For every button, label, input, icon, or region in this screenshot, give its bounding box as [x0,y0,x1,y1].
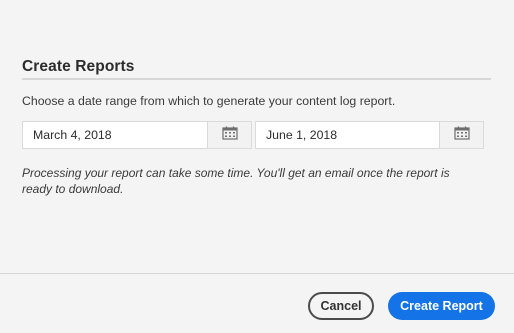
end-date-picker [255,121,484,149]
calendar-icon [221,126,238,145]
start-date-input[interactable] [23,122,207,148]
end-date-input[interactable] [256,122,439,148]
calendar-icon [453,126,470,145]
start-date-calendar-button[interactable] [207,122,251,148]
processing-note: Processing your report can take some tim… [22,166,450,196]
instructions-text: Choose a date range from which to genera… [22,94,396,108]
title-divider [22,78,491,80]
create-reports-dialog: Create Reports Choose a date range from … [0,0,514,333]
create-report-button[interactable]: Create Report [388,292,495,320]
cancel-button[interactable]: Cancel [308,292,374,320]
end-date-calendar-button[interactable] [439,122,483,148]
start-date-picker [22,121,252,149]
dialog-title: Create Reports [22,58,135,75]
footer-divider [0,273,514,274]
